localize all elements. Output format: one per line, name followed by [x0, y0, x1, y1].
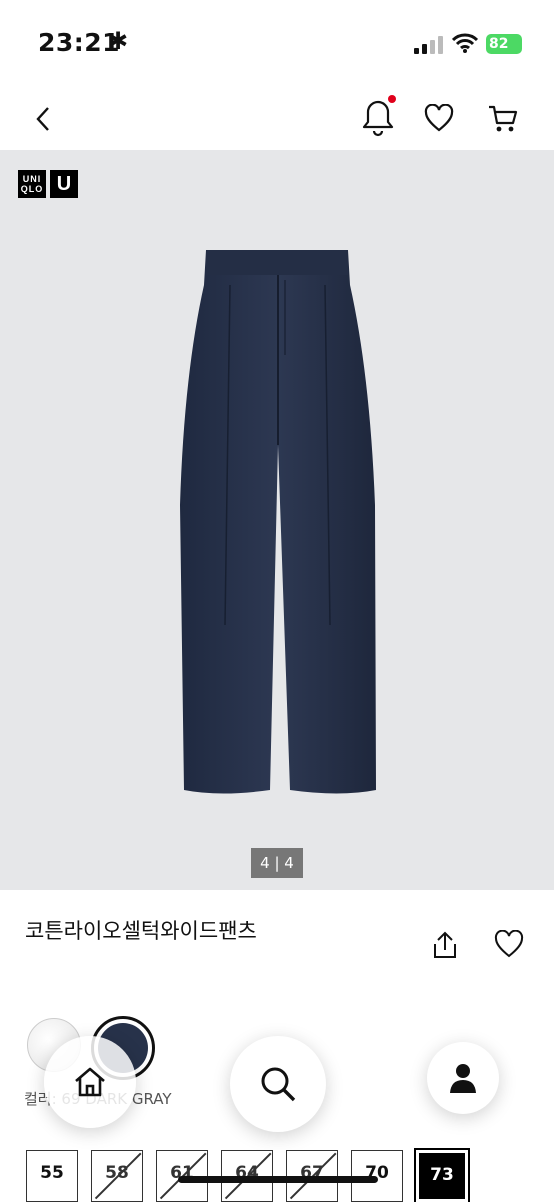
heart-icon[interactable] — [424, 104, 454, 132]
product-image-gallery[interactable]: UNI QLO U 4 | 4 — [0, 150, 554, 890]
status-bar: 23:21 ✱ 82 — [0, 0, 554, 86]
logo-line-1: UNI — [22, 174, 42, 184]
top-nav — [0, 90, 554, 150]
size-option-58[interactable]: 58 — [91, 1150, 143, 1202]
image-counter: 4 | 4 — [251, 848, 303, 878]
asterisk-icon: ✱ — [108, 27, 129, 55]
size-option-55[interactable]: 55 — [26, 1150, 78, 1202]
search-icon — [261, 1067, 296, 1102]
logo-line-2: QLO — [20, 184, 44, 194]
home-button[interactable] — [44, 1036, 136, 1128]
account-button[interactable] — [427, 1042, 499, 1114]
battery-level: 82 — [489, 36, 509, 52]
wifi-icon — [452, 33, 478, 53]
chevron-left-icon[interactable] — [34, 106, 54, 132]
product-photo-pants — [180, 250, 376, 794]
share-icon[interactable] — [432, 930, 458, 960]
user-icon — [450, 1064, 476, 1093]
product-title: 코튼라이오셀턱와이드팬츠 — [25, 919, 257, 943]
uniqlo-logo-box: UNI QLO — [18, 170, 46, 198]
home-indicator — [178, 1176, 378, 1183]
bell-icon[interactable] — [358, 94, 400, 138]
size-option-73[interactable]: 73 — [414, 1148, 470, 1202]
battery-indicator: 82 — [486, 34, 522, 54]
uniqlo-logo: UNI QLO U — [18, 170, 78, 198]
search-button[interactable] — [230, 1036, 326, 1132]
cart-icon[interactable] — [487, 104, 519, 134]
wishlist-heart-icon[interactable] — [494, 930, 524, 958]
home-icon — [75, 1067, 105, 1097]
u-logo-box: U — [50, 170, 78, 198]
signal-icon — [414, 36, 443, 54]
